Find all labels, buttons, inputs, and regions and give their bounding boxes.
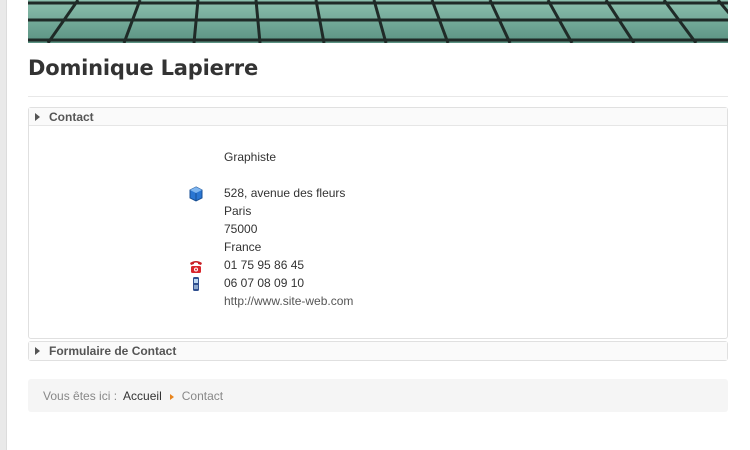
contact-phone: 01 75 95 86 45 xyxy=(224,258,305,272)
breadcrumb-current: Contact xyxy=(181,388,224,403)
breadcrumb: Vous êtes ici : Accueil Contact xyxy=(28,379,728,412)
contact-form-panel-toggle[interactable]: Formulaire de Contact xyxy=(29,342,727,360)
triangle-right-icon xyxy=(35,347,40,355)
contact-position: Graphiste xyxy=(224,150,277,164)
contact-country: France xyxy=(224,240,262,254)
telephone-icon xyxy=(188,258,204,274)
contact-street: 528, avenue des fleurs xyxy=(224,186,346,200)
triangle-right-icon xyxy=(35,112,40,121)
contact-city: Paris xyxy=(224,204,252,218)
title-divider xyxy=(28,96,728,97)
contact-website-link[interactable]: http://www.site-web.com xyxy=(224,294,353,308)
contact-panel: Contact Graphiste 528, avenue des fleurs… xyxy=(28,107,728,339)
page-title: Dominique Lapierre xyxy=(28,56,259,80)
page-container: Dominique Lapierre Contact Graphiste 528… xyxy=(6,0,750,450)
contact-mobile: 06 07 08 09 10 xyxy=(224,276,305,290)
contact-details: Graphiste 528, avenue des fleurs Paris 7… xyxy=(29,126,727,338)
mobile-phone-icon xyxy=(188,276,204,292)
breadcrumb-separator-icon xyxy=(169,393,174,400)
contact-form-panel: Formulaire de Contact xyxy=(28,341,728,361)
contact-panel-heading: Contact xyxy=(49,109,94,124)
contact-panel-toggle[interactable]: Contact xyxy=(29,108,727,126)
header-banner-image xyxy=(28,0,728,43)
contact-form-panel-heading: Formulaire de Contact xyxy=(49,344,177,358)
contact-postcode: 75000 xyxy=(224,222,258,236)
breadcrumb-prefix: Vous êtes ici : xyxy=(43,388,118,403)
breadcrumb-home-link[interactable]: Accueil xyxy=(123,389,162,403)
address-icon xyxy=(188,186,204,202)
